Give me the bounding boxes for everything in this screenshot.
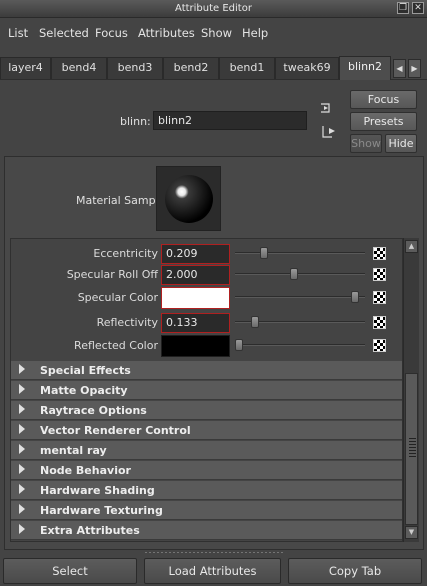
tab-bend3[interactable]: bend3 xyxy=(107,57,163,79)
menu-help[interactable]: Help xyxy=(242,26,268,40)
material-sample-swatch xyxy=(156,166,221,231)
specular-roll-off-label: Specular Roll Off xyxy=(66,268,158,281)
section-label: Vector Renderer Control xyxy=(40,424,191,437)
material-sample-label: Material Sample xyxy=(76,194,166,207)
tab-blinn2[interactable]: blinn2 xyxy=(339,56,391,80)
menu-bar: List Selected Focus Attributes Show Help xyxy=(0,20,427,46)
specular-color-slider-handle[interactable] xyxy=(350,291,359,303)
reflectivity-map-texture-icon[interactable] xyxy=(373,316,386,329)
reflected-color-slider-handle[interactable] xyxy=(235,339,243,351)
restore-icon[interactable]: ❐ xyxy=(397,2,409,14)
select-button[interactable]: Select xyxy=(3,558,137,584)
eccentricity-map-texture-icon[interactable] xyxy=(373,247,386,260)
tab-bend2[interactable]: bend2 xyxy=(163,57,219,79)
section-extra-attributes[interactable]: Extra Attributes xyxy=(11,521,402,540)
section-label: Hardware Texturing xyxy=(40,504,163,517)
menu-show[interactable]: Show xyxy=(201,26,232,40)
expand-arrow-icon[interactable] xyxy=(19,524,25,534)
expand-arrow-icon[interactable] xyxy=(19,404,25,414)
node-tabs: layer4 bend4 bend3 bend2 bend1 tweak69 b… xyxy=(0,56,427,80)
title-bar: Attribute Editor ❐ ✕ xyxy=(0,0,427,18)
specular-roll-off-map-texture-icon[interactable] xyxy=(373,268,386,281)
close-icon[interactable]: ✕ xyxy=(412,2,424,14)
section-label: mental ray xyxy=(40,444,107,457)
tab-scroll-right-icon[interactable]: ▶ xyxy=(408,59,421,78)
tab-tweak69[interactable]: tweak69 xyxy=(275,57,339,79)
reflected-color-swatch[interactable] xyxy=(161,335,230,357)
tab-bend4[interactable]: bend4 xyxy=(51,57,107,79)
expand-arrow-icon[interactable] xyxy=(19,444,25,454)
section-special-effects[interactable]: Special Effects xyxy=(11,361,402,380)
attributes-scrollbar[interactable]: ▲ ▼ xyxy=(403,238,419,542)
section-label: Extra Attributes xyxy=(40,524,140,537)
reflected-color-slider-track[interactable] xyxy=(235,344,365,346)
specular-roll-off-slider-handle[interactable] xyxy=(289,268,298,280)
reflected-color-label: Reflected Color xyxy=(74,339,158,352)
reflectivity-label: Reflectivity xyxy=(96,316,158,329)
section-matte-opacity[interactable]: Matte Opacity xyxy=(11,381,402,400)
menu-list[interactable]: List xyxy=(8,26,28,40)
section-hardware-texturing[interactable]: Hardware Texturing xyxy=(11,501,402,520)
section-vector-renderer-control[interactable]: Vector Renderer Control xyxy=(11,421,402,440)
show-button[interactable]: Show xyxy=(350,134,382,153)
specular-color-swatch[interactable] xyxy=(161,287,230,309)
scroll-up-icon[interactable]: ▲ xyxy=(405,240,418,253)
expand-arrow-icon[interactable] xyxy=(19,384,25,394)
expand-arrow-icon[interactable] xyxy=(19,464,25,474)
reflected-color-map-texture-icon[interactable] xyxy=(373,339,386,352)
reflectivity-slider-handle[interactable] xyxy=(251,316,260,328)
menu-selected[interactable]: Selected xyxy=(39,26,89,40)
grip-icon xyxy=(409,438,416,458)
scrollbar-thumb[interactable] xyxy=(405,373,418,525)
menu-attributes[interactable]: Attributes xyxy=(138,26,195,40)
copy-tab-button[interactable]: Copy Tab xyxy=(288,558,422,584)
resize-handle[interactable] xyxy=(144,551,284,554)
tab-layer4[interactable]: layer4 xyxy=(0,57,51,79)
scroll-down-icon[interactable]: ▼ xyxy=(405,526,418,539)
node-type-label: blinn: xyxy=(120,115,151,128)
presets-button[interactable]: Presets xyxy=(350,112,417,131)
specular-color-map-texture-icon[interactable] xyxy=(373,291,386,304)
material-sphere-icon xyxy=(165,175,213,223)
specular-color-label: Specular Color xyxy=(77,291,158,304)
window-title: Attribute Editor xyxy=(175,3,252,14)
reflectivity-field[interactable]: 0.133 xyxy=(161,313,230,333)
specular-roll-off-field[interactable]: 2.000 xyxy=(161,265,230,285)
node-name-field[interactable]: blinn2 xyxy=(153,111,307,130)
load-attributes-button[interactable]: Load Attributes xyxy=(144,558,281,584)
section-raytrace-options[interactable]: Raytrace Options xyxy=(11,401,402,420)
eccentricity-slider-track[interactable] xyxy=(235,252,365,254)
eccentricity-slider-handle[interactable] xyxy=(260,247,269,259)
menu-focus[interactable]: Focus xyxy=(95,26,128,40)
section-label: Hardware Shading xyxy=(40,484,155,497)
section-label: Node Behavior xyxy=(40,464,131,477)
specular-color-slider-track[interactable] xyxy=(235,296,365,298)
section-node-behavior[interactable]: Node Behavior xyxy=(11,461,402,480)
expand-arrow-icon[interactable] xyxy=(19,504,25,514)
input-connections-icon[interactable] xyxy=(320,102,336,114)
section-label: Matte Opacity xyxy=(40,384,128,397)
section-mental-ray[interactable]: mental ray xyxy=(11,441,402,460)
expand-arrow-icon[interactable] xyxy=(19,424,25,434)
section-label: Raytrace Options xyxy=(40,404,147,417)
focus-button[interactable]: Focus xyxy=(350,90,417,109)
tab-bend1[interactable]: bend1 xyxy=(219,57,275,79)
specular-roll-off-slider-track[interactable] xyxy=(235,273,365,275)
expand-arrow-icon[interactable] xyxy=(19,484,25,494)
expand-arrow-icon[interactable] xyxy=(19,364,25,374)
eccentricity-field[interactable]: 0.209 xyxy=(161,244,230,264)
section-hardware-shading[interactable]: Hardware Shading xyxy=(11,481,402,500)
hide-button[interactable]: Hide xyxy=(385,134,417,153)
tab-scroll-left-icon[interactable]: ◀ xyxy=(393,59,406,78)
section-label: Special Effects xyxy=(40,364,131,377)
eccentricity-label: Eccentricity xyxy=(93,247,158,260)
output-connections-icon[interactable] xyxy=(320,125,338,139)
